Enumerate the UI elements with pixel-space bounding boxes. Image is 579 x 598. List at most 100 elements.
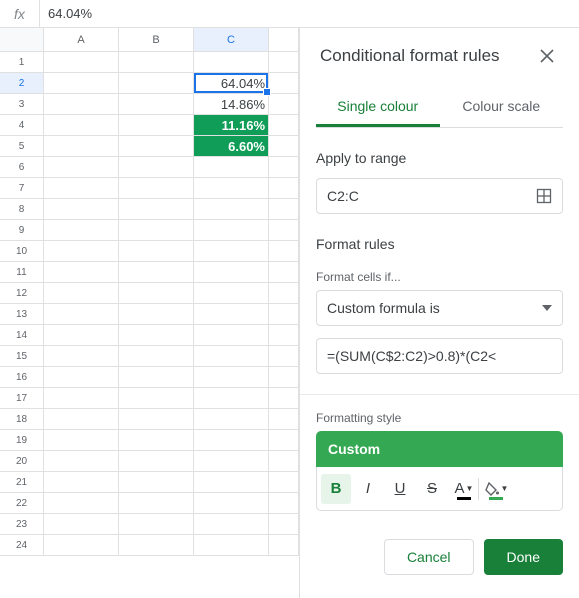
- col-header-B[interactable]: B: [119, 28, 194, 52]
- cell-A6[interactable]: [44, 157, 119, 178]
- cell-C6[interactable]: [194, 157, 269, 178]
- cell-C18[interactable]: [194, 409, 269, 430]
- custom-formula-input[interactable]: =(SUM(C$2:C2)>0.8)*(C2<: [316, 338, 563, 374]
- cell-C10[interactable]: [194, 241, 269, 262]
- cell-B8[interactable]: [119, 199, 194, 220]
- row-header-19[interactable]: 19: [0, 430, 44, 451]
- col-header-C[interactable]: C: [194, 28, 269, 52]
- cell-B11[interactable]: [119, 262, 194, 283]
- cell-B3[interactable]: [119, 94, 194, 115]
- row-header-4[interactable]: 4: [0, 115, 44, 136]
- cell-B15[interactable]: [119, 346, 194, 367]
- cell-A12[interactable]: [44, 283, 119, 304]
- cell-A22[interactable]: [44, 493, 119, 514]
- cell-A4[interactable]: [44, 115, 119, 136]
- cell-B22[interactable]: [119, 493, 194, 514]
- cell-B9[interactable]: [119, 220, 194, 241]
- close-icon[interactable]: [535, 44, 559, 68]
- cell-A8[interactable]: [44, 199, 119, 220]
- cell-B17[interactable]: [119, 388, 194, 409]
- cell-A3[interactable]: [44, 94, 119, 115]
- cell-A9[interactable]: [44, 220, 119, 241]
- formula-bar-value[interactable]: 64.04%: [40, 6, 579, 21]
- cell-C19[interactable]: [194, 430, 269, 451]
- row-header-5[interactable]: 5: [0, 136, 44, 157]
- row-header-23[interactable]: 23: [0, 514, 44, 535]
- cell-B6[interactable]: [119, 157, 194, 178]
- cell-C24[interactable]: [194, 535, 269, 556]
- row-header-2[interactable]: 2: [0, 73, 44, 94]
- cell-C1[interactable]: [194, 52, 269, 73]
- style-preview-chip[interactable]: Custom: [316, 431, 563, 467]
- cell-A18[interactable]: [44, 409, 119, 430]
- cell-C3[interactable]: 14.86%: [194, 94, 269, 115]
- row-header-11[interactable]: 11: [0, 262, 44, 283]
- cell-B4[interactable]: [119, 115, 194, 136]
- cell-A10[interactable]: [44, 241, 119, 262]
- cell-B12[interactable]: [119, 283, 194, 304]
- grid-select-icon[interactable]: [536, 188, 552, 204]
- cell-C21[interactable]: [194, 472, 269, 493]
- cell-B19[interactable]: [119, 430, 194, 451]
- cell-A5[interactable]: [44, 136, 119, 157]
- row-header-1[interactable]: 1: [0, 52, 44, 73]
- cell-A17[interactable]: [44, 388, 119, 409]
- row-header-18[interactable]: 18: [0, 409, 44, 430]
- cell-C16[interactable]: [194, 367, 269, 388]
- cell-B13[interactable]: [119, 304, 194, 325]
- cell-A21[interactable]: [44, 472, 119, 493]
- strikethrough-button[interactable]: S: [417, 474, 447, 504]
- cell-C4[interactable]: 11.16%: [194, 115, 269, 136]
- row-header-15[interactable]: 15: [0, 346, 44, 367]
- cell-C5[interactable]: 6.60%: [194, 136, 269, 157]
- cell-A13[interactable]: [44, 304, 119, 325]
- cell-B10[interactable]: [119, 241, 194, 262]
- row-header-6[interactable]: 6: [0, 157, 44, 178]
- cell-A19[interactable]: [44, 430, 119, 451]
- cell-C17[interactable]: [194, 388, 269, 409]
- cell-C7[interactable]: [194, 178, 269, 199]
- row-header-17[interactable]: 17: [0, 388, 44, 409]
- row-header-13[interactable]: 13: [0, 304, 44, 325]
- underline-button[interactable]: U: [385, 474, 415, 504]
- cell-A23[interactable]: [44, 514, 119, 535]
- bold-button[interactable]: B: [321, 474, 351, 504]
- tab-colour-scale[interactable]: Colour scale: [440, 88, 564, 127]
- row-header-20[interactable]: 20: [0, 451, 44, 472]
- row-header-16[interactable]: 16: [0, 367, 44, 388]
- apply-range-input[interactable]: C2:C: [316, 178, 563, 214]
- row-header-21[interactable]: 21: [0, 472, 44, 493]
- cell-C15[interactable]: [194, 346, 269, 367]
- cell-C12[interactable]: [194, 283, 269, 304]
- cell-B20[interactable]: [119, 451, 194, 472]
- cell-B5[interactable]: [119, 136, 194, 157]
- cell-C11[interactable]: [194, 262, 269, 283]
- cell-A20[interactable]: [44, 451, 119, 472]
- cell-B2[interactable]: [119, 73, 194, 94]
- row-header-8[interactable]: 8: [0, 199, 44, 220]
- cell-A7[interactable]: [44, 178, 119, 199]
- col-header-A[interactable]: A: [44, 28, 119, 52]
- cell-C9[interactable]: [194, 220, 269, 241]
- cell-C13[interactable]: [194, 304, 269, 325]
- row-header-14[interactable]: 14: [0, 325, 44, 346]
- cell-C20[interactable]: [194, 451, 269, 472]
- cell-A16[interactable]: [44, 367, 119, 388]
- cell-C2[interactable]: 64.04%: [194, 73, 269, 94]
- cell-B7[interactable]: [119, 178, 194, 199]
- cancel-button[interactable]: Cancel: [384, 539, 474, 575]
- tab-single-colour[interactable]: Single colour: [316, 88, 440, 127]
- cell-A15[interactable]: [44, 346, 119, 367]
- cell-B24[interactable]: [119, 535, 194, 556]
- fill-color-button[interactable]: ▼: [481, 474, 511, 504]
- cell-B23[interactable]: [119, 514, 194, 535]
- spreadsheet-grid[interactable]: ABC1264.04%314.86%411.16%56.60%678910111…: [0, 28, 300, 598]
- cell-A14[interactable]: [44, 325, 119, 346]
- cell-A2[interactable]: [44, 73, 119, 94]
- cell-B14[interactable]: [119, 325, 194, 346]
- cell-A24[interactable]: [44, 535, 119, 556]
- italic-button[interactable]: I: [353, 474, 383, 504]
- cell-A11[interactable]: [44, 262, 119, 283]
- row-header-12[interactable]: 12: [0, 283, 44, 304]
- cell-C8[interactable]: [194, 199, 269, 220]
